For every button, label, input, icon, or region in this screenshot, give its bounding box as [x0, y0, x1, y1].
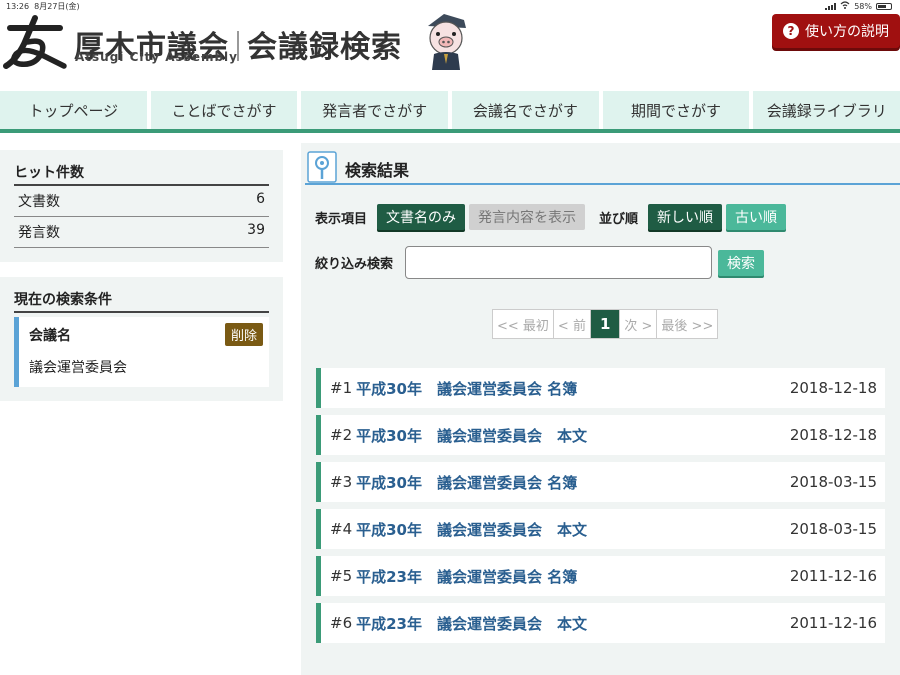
tab-top[interactable]: トップページ: [0, 91, 147, 129]
filter-row: 絞り込み検索 検索: [315, 246, 765, 279]
result-number: #3: [330, 473, 353, 491]
tab-meeting-search[interactable]: 会議名でさがす: [452, 91, 599, 129]
result-row[interactable]: #1 平成30年 議会運営委員会 名簿 2018-12-18: [316, 368, 885, 408]
search-result-icon: [307, 151, 337, 183]
search-conditions-panel: 現在の検索条件 会議名 議会運営委員会 削除: [0, 277, 283, 401]
pager-prev[interactable]: < 前: [554, 310, 591, 338]
conditions-heading: 現在の検索条件: [14, 289, 269, 313]
sort-oldest-button[interactable]: 古い順: [726, 204, 787, 230]
wifi-icon: [840, 1, 850, 11]
tab-speaker-search[interactable]: 発言者でさがす: [301, 91, 449, 129]
result-date: 2018-03-15: [789, 520, 877, 538]
result-row[interactable]: #6 平成23年 議会運営委員会 本文 2011-12-16: [316, 603, 885, 643]
result-number: #1: [330, 379, 353, 397]
site-header: 厚木市議会 会議録検索 Atsugi City Assembly ? 使い方の説明: [0, 12, 900, 90]
pagination: << 最初 < 前 1 次 > 最後 >>: [492, 309, 719, 339]
result-title-link[interactable]: 平成30年 議会運営委員会 本文: [356, 425, 790, 446]
results-title: 検索結果: [345, 161, 410, 180]
delete-condition-button[interactable]: 削除: [224, 323, 263, 346]
city-logo-icon[interactable]: [2, 14, 68, 70]
status-indicators: 58%: [825, 1, 892, 11]
help-button-label: 使い方の説明: [805, 24, 889, 40]
hit-count-heading: ヒット件数: [14, 162, 269, 186]
tab-period-search[interactable]: 期間でさがす: [602, 91, 750, 129]
battery-icon: [876, 2, 892, 10]
result-date: 2011-12-16: [789, 567, 877, 585]
display-options: 表示項目 文書名のみ 発言内容を表示 並び順 新しい順 古い順: [315, 204, 787, 230]
result-row[interactable]: #3 平成30年 議会運営委員会 名簿 2018-03-15: [316, 462, 885, 502]
filter-search-button[interactable]: 検索: [718, 249, 765, 276]
filter-label: 絞り込み検索: [315, 257, 394, 272]
doc-name-only-button[interactable]: 文書名のみ: [377, 204, 466, 230]
result-title-link[interactable]: 平成30年 議会運営委員会 本文: [356, 519, 790, 540]
result-title-link[interactable]: 平成23年 議会運営委員会 本文: [356, 613, 790, 634]
results-list: #1 平成30年 議会運営委員会 名簿 2018-12-18 #2 平成30年 …: [316, 368, 885, 650]
display-label: 表示項目: [315, 211, 368, 227]
results-panel: 検索結果 表示項目 文書名のみ 発言内容を表示 並び順 新しい順 古い順 絞り込…: [301, 143, 900, 675]
result-row[interactable]: #4 平成30年 議会運営委員会 本文 2018-03-15: [316, 509, 885, 549]
result-title-link[interactable]: 平成30年 議会運営委員会 名簿: [356, 378, 790, 399]
result-title-link[interactable]: 平成23年 議会運営委員会 名簿: [356, 566, 790, 587]
tab-word-search[interactable]: ことばでさがす: [150, 91, 298, 129]
hit-row-speeches: 発言数 39: [14, 217, 269, 248]
signal-icon: [825, 2, 837, 10]
result-date: 2011-12-16: [789, 614, 877, 632]
sort-newest-button[interactable]: 新しい順: [648, 204, 723, 230]
sort-label: 並び順: [599, 211, 639, 227]
show-speech-button[interactable]: 発言内容を表示: [469, 204, 586, 230]
condition-value: 議会運営委員会: [29, 360, 127, 376]
result-row[interactable]: #5 平成23年 議会運営委員会 名簿 2011-12-16: [316, 556, 885, 596]
result-number: #6: [330, 614, 353, 632]
status-bar: 13:26 8月27日(金) 58%: [0, 0, 900, 12]
result-date: 2018-03-15: [789, 473, 877, 491]
result-date: 2018-12-18: [789, 379, 877, 397]
result-title-link[interactable]: 平成30年 議会運営委員会 名簿: [356, 472, 790, 493]
site-subtitle: Atsugi City Assembly: [75, 50, 238, 64]
question-icon: ?: [783, 23, 799, 39]
main-nav: トップページ ことばでさがす 発言者でさがす 会議名でさがす 期間でさがす 会議…: [0, 91, 900, 133]
mascot-icon: [428, 14, 466, 70]
hit-count-panel: ヒット件数 文書数 6 発言数 39: [0, 150, 283, 262]
results-header: 検索結果: [305, 149, 900, 185]
result-date: 2018-12-18: [789, 426, 877, 444]
tab-library[interactable]: 会議録ライブラリ: [753, 91, 900, 129]
pager-next[interactable]: 次 >: [620, 310, 658, 338]
battery-percent: 58%: [854, 1, 872, 11]
filter-input[interactable]: [405, 246, 713, 279]
result-number: #2: [330, 426, 353, 444]
help-button[interactable]: ? 使い方の説明: [772, 14, 900, 48]
result-number: #4: [330, 520, 353, 538]
condition-card: 会議名 議会運営委員会 削除: [14, 317, 269, 387]
hit-row-documents: 文書数 6: [14, 186, 269, 217]
pager-current[interactable]: 1: [590, 310, 621, 338]
result-row[interactable]: #2 平成30年 議会運営委員会 本文 2018-12-18: [316, 415, 885, 455]
pager-last[interactable]: 最後 >>: [657, 310, 717, 338]
sidebar: ヒット件数 文書数 6 発言数 39 現在の検索条件 会議名 議会運営委員会 削…: [0, 150, 283, 401]
pager-first[interactable]: << 最初: [493, 310, 554, 338]
result-number: #5: [330, 567, 353, 585]
status-time: 13:26 8月27日(金): [6, 2, 80, 11]
